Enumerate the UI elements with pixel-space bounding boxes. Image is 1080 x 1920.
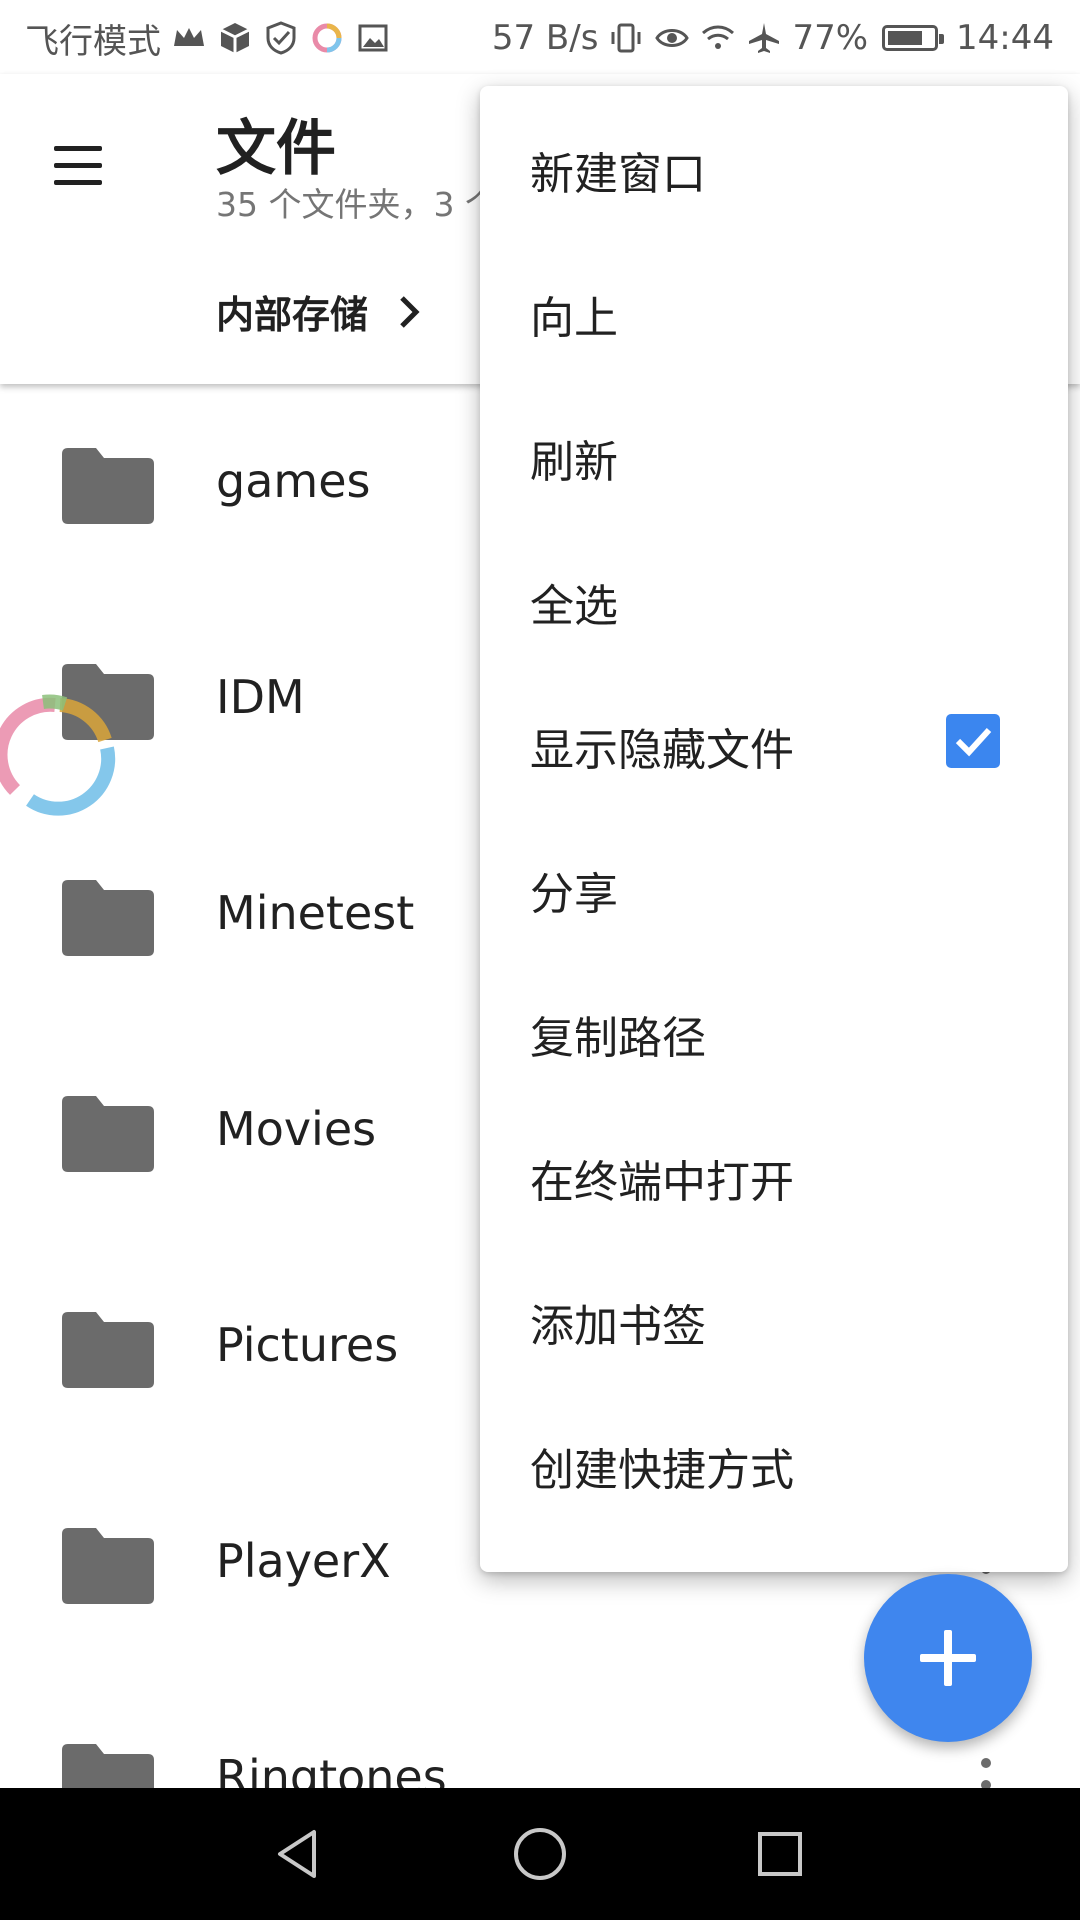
vibrate-icon [611, 23, 641, 53]
check-icon [955, 727, 992, 757]
more-dot [981, 1758, 991, 1768]
loading-ring-icon [0, 694, 116, 816]
menu-item-label: 添加书签 [530, 1301, 706, 1352]
home-icon[interactable] [510, 1824, 570, 1884]
crown-icon [174, 28, 204, 46]
gallery-icon [358, 24, 388, 52]
menu-item[interactable]: 向上 [480, 240, 1068, 384]
menu-item-label: 刷新 [530, 437, 618, 488]
breadcrumb-label: 内部存储 [216, 293, 369, 337]
folder-icon [62, 1528, 154, 1604]
package-icon [220, 23, 250, 53]
menu-item-label: 新建窗口 [530, 149, 706, 200]
file-name: games [216, 454, 371, 508]
plus-icon [944, 1630, 952, 1686]
file-name: IDM [216, 670, 305, 724]
menu-item-label: 全选 [530, 581, 618, 632]
chevron-right-icon [400, 295, 420, 328]
carrier-label: 飞行模式 [25, 21, 161, 62]
back-icon[interactable] [270, 1824, 330, 1884]
folder-icon [62, 880, 154, 956]
folder-icon [62, 448, 154, 524]
status-right: 57 B/s 77% 14:44 [492, 16, 1054, 60]
add-fab-button[interactable] [864, 1574, 1032, 1742]
menu-item[interactable]: 全选 [480, 528, 1068, 672]
folder-icon [62, 1744, 154, 1788]
file-name: PlayerX [216, 1534, 391, 1588]
file-name: Pictures [216, 1318, 399, 1372]
menu-item-label: 向上 [530, 293, 618, 344]
more-options-icon[interactable] [974, 1750, 998, 1788]
menu-item[interactable]: 刷新 [480, 384, 1068, 528]
more-dot [981, 1780, 991, 1788]
airplane-icon [749, 23, 780, 53]
status-bar: 飞行模式 57 B/s 77% 14:44 [0, 0, 1080, 74]
menu-item[interactable]: 创建快捷方式 [480, 1392, 1068, 1536]
menu-item[interactable]: 添加书签 [480, 1248, 1068, 1392]
menu-item[interactable]: 分享 [480, 816, 1068, 960]
overflow-menu: 新建窗口向上刷新全选显示隐藏文件 分享复制路径在终端中打开 添加书签创建快捷方式 [480, 86, 1068, 1572]
shield-check-icon [266, 21, 296, 55]
status-left: 飞行模式 [25, 16, 391, 62]
battery-level-fill [888, 31, 922, 45]
menu-icon-line [54, 163, 102, 168]
file-name: Ringtones [216, 1750, 447, 1788]
menu-item[interactable]: 复制路径 [480, 960, 1068, 1104]
battery-icon [882, 25, 945, 51]
menu-item[interactable]: 显示隐藏文件 [480, 672, 1068, 816]
menu-item-label: 显示隐藏文件 [530, 725, 794, 776]
wifi-icon [702, 25, 735, 49]
menu-item-label: 在终端中打开 [530, 1157, 794, 1208]
menu-item[interactable]: 在终端中打开 [480, 1104, 1068, 1248]
checkbox-checked[interactable] [946, 714, 1000, 768]
menu-item-label: 创建快捷方式 [530, 1445, 794, 1496]
eye-icon [655, 29, 690, 47]
menu-item-label: 分享 [530, 869, 618, 920]
folder-icon [62, 1096, 154, 1172]
menu-icon-line [54, 146, 102, 151]
folder-icon [62, 1312, 154, 1388]
file-name: Movies [216, 1102, 377, 1156]
menu-item-label: 复制路径 [530, 1013, 706, 1064]
recents-icon[interactable] [750, 1824, 810, 1884]
battery-percent: 77% [792, 18, 869, 58]
menu-icon-line [54, 180, 102, 185]
page-subtitle: 35 个文件夹，3 个 [216, 185, 498, 224]
network-speed: 57 B/s [491, 18, 599, 58]
navigation-bar [0, 1788, 1080, 1920]
clock: 14:44 [956, 18, 1054, 58]
menu-button[interactable] [46, 134, 110, 198]
file-name: Minetest [216, 886, 415, 940]
breadcrumb[interactable]: 内部存储 [216, 284, 424, 339]
page-title: 文件 [216, 114, 336, 184]
menu-item[interactable]: 新建窗口 [480, 96, 1068, 240]
ring-icon [312, 23, 342, 53]
